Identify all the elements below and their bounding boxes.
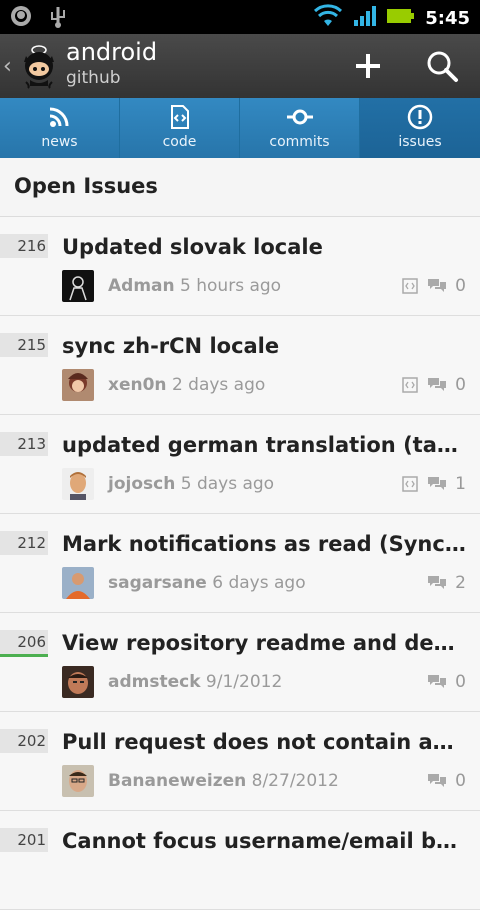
- comment-count: 0: [455, 771, 466, 791]
- issue-time: 5 hours ago: [180, 276, 282, 296]
- signal-icon: [353, 4, 377, 32]
- repo-owner: github: [66, 68, 121, 88]
- issue-number: 212: [0, 531, 48, 555]
- issue-title: Mark notifications as read (Sync b…: [62, 532, 466, 556]
- issue-row[interactable]: 216 Updated slovak locale Adman 5 hours …: [0, 217, 480, 316]
- tab-issues[interactable]: issues: [360, 98, 480, 158]
- action-bar: ‹ android github: [0, 34, 480, 99]
- issue-number: 202: [0, 729, 48, 753]
- issue-indicators: 2: [427, 573, 466, 593]
- comment-icon: [427, 376, 447, 394]
- tab-news-label: news: [41, 134, 78, 150]
- issue-number: 206: [0, 630, 48, 657]
- issue-title: sync zh-rCN locale: [62, 334, 280, 358]
- tab-commits-label: commits: [269, 134, 330, 150]
- tab-news[interactable]: news: [0, 98, 120, 158]
- pull-request-icon: [401, 376, 419, 394]
- code-file-icon: [166, 104, 194, 130]
- tab-commits[interactable]: commits: [240, 98, 360, 158]
- section-title: Open Issues: [14, 174, 158, 198]
- issue-row[interactable]: 201 Cannot focus username/email box…: [0, 811, 480, 910]
- wifi-icon: [313, 4, 343, 32]
- search-icon[interactable]: [422, 46, 462, 86]
- issue-indicators: 1: [401, 474, 466, 494]
- avatar: [62, 765, 94, 797]
- issue-indicators: 0: [401, 276, 466, 296]
- issue-title: Updated slovak locale: [62, 235, 323, 259]
- battery-icon: [387, 7, 415, 29]
- comment-count: 0: [455, 672, 466, 692]
- issue-row[interactable]: 202 Pull request does not contain any … …: [0, 712, 480, 811]
- avatar: [62, 567, 94, 599]
- section-header: Open Issues: [0, 158, 480, 217]
- issue-number: 201: [0, 828, 48, 852]
- issue-time: 8/27/2012: [251, 771, 339, 791]
- issue-list: 216 Updated slovak locale Adman 5 hours …: [0, 217, 480, 910]
- commit-icon: [286, 104, 314, 130]
- github-notification-icon: [10, 5, 32, 33]
- repo-name: android: [66, 38, 158, 66]
- issue-number: 215: [0, 333, 48, 357]
- usb-icon: [48, 5, 68, 33]
- issue-row[interactable]: 213 updated german translation (tab-t… j…: [0, 415, 480, 514]
- rss-icon: [46, 104, 74, 130]
- comment-count: 0: [455, 276, 466, 296]
- avatar: [62, 468, 94, 500]
- issue-meta: xen0n 2 days ago: [108, 375, 265, 395]
- issue-time: 6 days ago: [212, 573, 306, 593]
- issue-indicators: 0: [427, 672, 466, 692]
- tab-issues-label: issues: [398, 134, 442, 150]
- tab-code-label: code: [162, 134, 197, 150]
- pull-request-icon: [401, 475, 419, 493]
- issue-author[interactable]: admsteck: [108, 672, 201, 692]
- avatar: [62, 666, 94, 698]
- issue-author[interactable]: sagarsane: [108, 573, 207, 593]
- add-icon[interactable]: [348, 46, 388, 86]
- comment-icon: [427, 475, 447, 493]
- issue-meta: jojosch 5 days ago: [108, 474, 274, 494]
- comment-count: 1: [455, 474, 466, 494]
- pull-request-icon: [401, 277, 419, 295]
- issue-author[interactable]: Bananeweizen: [108, 771, 246, 791]
- issue-meta: admsteck 9/1/2012: [108, 672, 282, 692]
- issue-author[interactable]: jojosch: [108, 474, 175, 494]
- issue-number: 216: [0, 234, 48, 258]
- issue-row[interactable]: 206 View repository readme and descr… ad…: [0, 613, 480, 712]
- issue-title: Pull request does not contain any …: [62, 730, 466, 754]
- issue-row[interactable]: 215 sync zh-rCN locale xen0n 2 days ago …: [0, 316, 480, 415]
- issue-indicators: 0: [427, 771, 466, 791]
- issue-time: 5 days ago: [180, 474, 275, 494]
- issue-meta: Bananeweizen 8/27/2012: [108, 771, 339, 791]
- issue-author[interactable]: Adman: [108, 276, 175, 296]
- issue-title: updated german translation (tab-t…: [62, 433, 466, 457]
- issue-meta: Adman 5 hours ago: [108, 276, 281, 296]
- issue-author[interactable]: xen0n: [108, 375, 167, 395]
- octocat-logo-icon[interactable]: [16, 42, 62, 90]
- comment-icon: [427, 277, 447, 295]
- issue-meta: sagarsane 6 days ago: [108, 573, 306, 593]
- up-caret-icon[interactable]: ‹: [3, 54, 12, 79]
- status-time: 5:45: [425, 7, 470, 29]
- issue-icon: [406, 104, 434, 130]
- issue-number: 213: [0, 432, 48, 456]
- avatar: [62, 369, 94, 401]
- issue-time: 9/1/2012: [205, 672, 283, 692]
- issue-title: Cannot focus username/email box…: [62, 829, 466, 853]
- comment-icon: [427, 574, 447, 592]
- issue-title: View repository readme and descr…: [62, 631, 466, 655]
- status-bar: 5:45: [0, 0, 480, 34]
- comment-icon: [427, 772, 447, 790]
- comment-count: 0: [455, 375, 466, 395]
- avatar: [62, 270, 94, 302]
- issue-time: 2 days ago: [171, 375, 266, 395]
- tab-bar: news code commits issues: [0, 98, 480, 158]
- tab-code[interactable]: code: [120, 98, 240, 158]
- comment-count: 2: [455, 573, 466, 593]
- comment-icon: [427, 673, 447, 691]
- issue-indicators: 0: [401, 375, 466, 395]
- issue-row[interactable]: 212 Mark notifications as read (Sync b… …: [0, 514, 480, 613]
